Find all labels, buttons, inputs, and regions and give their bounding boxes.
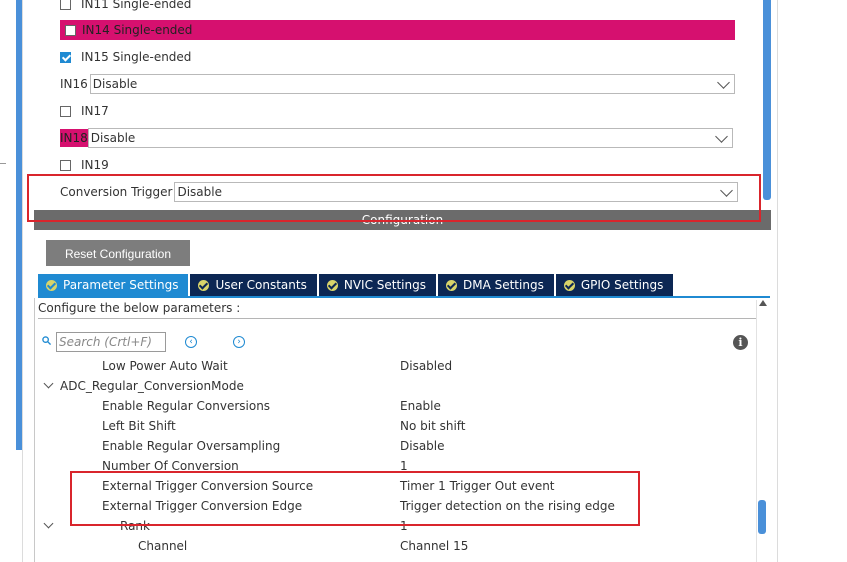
check-circle-icon [46,279,57,291]
divider [38,318,760,319]
param-row-left-bit-shift[interactable]: Left Bit Shift No bit shift [38,416,758,436]
param-row-enable-regular-conversions[interactable]: Enable Regular Conversions Enable [38,396,758,416]
param-name: Enable Regular Oversampling [102,439,281,453]
param-value: Enable [400,399,441,413]
tab-gpio-settings[interactable]: GPIO Settings [555,274,674,296]
divider [0,163,6,164]
channel-in16-label: IN16 [60,77,88,91]
param-group-regular-conversion-mode[interactable]: ADC_Regular_ConversionMode [38,376,758,396]
param-name: Low Power Auto Wait [102,359,228,373]
info-icon[interactable]: i [733,335,748,350]
param-value: Disable [400,439,445,453]
upper-scrollbar-thumb[interactable] [763,0,771,200]
param-value: No bit shift [400,419,466,433]
channel-in16-row: IN16 Disable [60,73,735,95]
tab-label: Parameter Settings [63,278,179,292]
tab-label: DMA Settings [462,278,544,292]
chevron-down-icon[interactable] [43,518,54,529]
check-circle-icon [326,279,338,291]
channel-in15-checkbox[interactable] [60,51,71,63]
channel-in16-value: Disable [92,77,138,91]
channel-in17-checkbox[interactable] [60,105,71,117]
lower-scrollbar-thumb[interactable] [758,500,766,534]
param-name: Left Bit Shift [102,419,176,433]
channel-in11-label: IN11 Single-ended [81,0,192,11]
tab-bar: Parameter Settings User Constants NVIC S… [38,274,674,296]
tab-nvic-settings[interactable]: NVIC Settings [318,274,436,296]
channel-in14-checkbox[interactable] [65,24,76,36]
check-circle-icon [445,279,457,291]
search-icon [42,336,51,345]
tab-label: NVIC Settings [343,278,426,292]
divider [22,0,23,562]
param-value: Disabled [400,359,453,373]
param-name: Channel [138,539,188,553]
chevron-down-icon [714,129,728,143]
annotation-box [70,471,640,526]
channel-in18-label: IN18 [60,129,88,147]
channel-in19-row[interactable]: IN19 [60,155,109,175]
channel-in18-row: IN18 Disable [60,127,733,149]
search-input[interactable]: Search (Crtl+F) [56,332,166,352]
tab-parameter-settings[interactable]: Parameter Settings [38,274,189,296]
divider [777,0,778,562]
param-value: Channel 15 [400,539,469,553]
param-name: Enable Regular Conversions [102,399,271,413]
channel-in16-select[interactable]: Disable [89,74,735,94]
channel-in15-label: IN15 Single-ended [81,50,192,64]
check-circle-icon [198,279,210,291]
channel-in19-label: IN19 [81,158,109,172]
tab-user-constants[interactable]: User Constants [190,274,317,296]
param-row-enable-regular-oversampling[interactable]: Enable Regular Oversampling Disable [38,436,758,456]
param-group-name: ADC_Regular_ConversionMode [60,379,244,393]
configure-instructions: Configure the below parameters : [38,301,241,315]
tab-label: GPIO Settings [580,278,664,292]
channel-in11-row[interactable]: IN11 Single-ended [60,0,191,14]
scroll-up-arrow-icon[interactable] [759,300,767,306]
left-gutter [0,0,16,562]
check-circle-icon [563,279,575,291]
chevron-right-circle-icon[interactable]: › [233,336,245,348]
annotation-box [27,174,761,222]
channel-in18-value: Disable [90,131,136,145]
param-row-channel[interactable]: Channel Channel 15 [38,536,758,556]
param-row-low-power-auto-wait[interactable]: Low Power Auto Wait Disabled [38,356,758,376]
chevron-down-icon[interactable] [43,378,54,389]
channel-in18-select[interactable]: Disable [87,128,733,148]
channel-in17-label: IN17 [81,104,109,118]
tab-label: User Constants [215,278,307,292]
channel-in17-row[interactable]: IN17 [60,101,109,121]
reset-configuration-button[interactable]: Reset Configuration [46,240,190,266]
channel-in11-checkbox[interactable] [60,0,71,10]
chevron-down-icon [716,75,730,89]
chevron-left-circle-icon[interactable]: ‹ [185,336,197,348]
tab-dma-settings[interactable]: DMA Settings [437,274,554,296]
channel-in14-label: IN14 Single-ended [82,23,193,37]
channel-in15-row[interactable]: IN15 Single-ended [60,47,191,67]
channel-in19-checkbox[interactable] [60,159,71,171]
channel-in14-row[interactable]: IN14 Single-ended [60,20,735,40]
